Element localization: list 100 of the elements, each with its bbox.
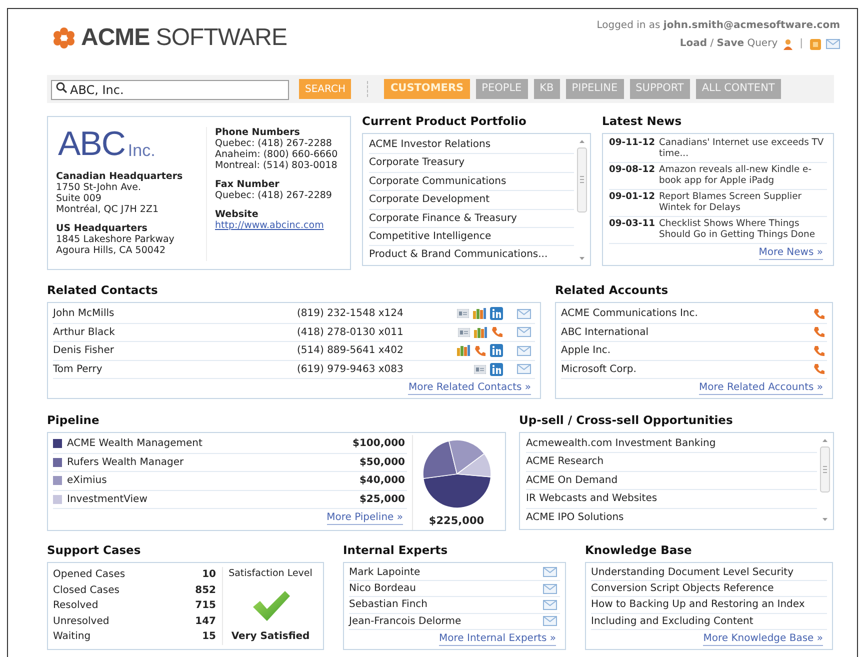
search-icon	[56, 82, 67, 93]
login-status: Logged in as john.smith@acmesoftware.com	[596, 19, 840, 33]
mail-icon[interactable]	[517, 364, 531, 374]
contact-phone: (619) 979-9463 x083	[297, 362, 404, 377]
note-icon[interactable]	[810, 38, 821, 50]
logo-text: ACME SOFTWARE	[81, 25, 287, 51]
section-title: Related Accounts	[555, 282, 670, 298]
block-heading: US Headquarters	[56, 223, 148, 234]
article-link[interactable]: Including and Excluding Content	[591, 614, 754, 629]
linkedin-icon[interactable]	[490, 362, 503, 376]
mail-icon[interactable]	[543, 616, 557, 626]
article-link[interactable]: How to Backing Up and Restoring an Index	[591, 597, 805, 612]
phone-icon[interactable]	[474, 344, 486, 357]
case-label: Resolved	[53, 599, 98, 614]
portfolio-item[interactable]: Corporate Treasury	[369, 154, 574, 173]
mail-icon[interactable]	[543, 584, 557, 594]
deal-name[interactable]: ACME Wealth Management	[67, 436, 352, 452]
contact-card-icon[interactable]	[457, 309, 469, 318]
case-label: Waiting	[53, 630, 91, 644]
account-name[interactable]: Microsoft Corp.	[561, 362, 636, 377]
opportunity-item[interactable]: ACME Research	[526, 453, 817, 472]
linkedin-icon[interactable]	[490, 307, 503, 320]
expert-name[interactable]: Nico Bordeau	[349, 581, 416, 596]
mail-icon[interactable]	[543, 567, 557, 578]
linkedin-icon[interactable]	[490, 344, 503, 358]
contact-name[interactable]: Arthur Black	[53, 324, 297, 340]
news-headline[interactable]: Checklist Shows Where Things Should Go in Getting Things Done	[658, 219, 827, 241]
expert-name[interactable]: Jean-Francois Delorme	[349, 614, 462, 629]
account-name[interactable]: Apple Inc.	[561, 343, 611, 358]
portfolio-item[interactable]: Corporate Communications	[369, 172, 574, 192]
section-title: Pipeline	[47, 412, 100, 428]
more-link[interactable]: More Related Contacts »	[408, 382, 531, 395]
portfolio-item[interactable]: ACME Investor Relations	[369, 136, 574, 154]
load-save-query[interactable]: Load / Save Query	[680, 37, 778, 51]
website-link[interactable]: http://www.abcinc.com	[215, 220, 338, 231]
deal-amount: $40,000	[359, 474, 406, 488]
section-title: Knowledge Base	[585, 542, 693, 558]
portfolio-item[interactable]: Product & Brand Communications...	[369, 246, 574, 264]
contact-card-icon[interactable]	[458, 328, 470, 337]
address-line: 1750 St-John Ave.	[56, 182, 142, 193]
mail-icon[interactable]	[826, 39, 840, 49]
address-line: Quebec: (418) 267-2288	[215, 138, 333, 149]
contact-name[interactable]: Denis Fisher	[53, 343, 297, 358]
expert-name[interactable]: Mark Lapointe	[349, 564, 420, 580]
more-link[interactable]: More Pipeline »	[326, 512, 403, 525]
more-link[interactable]: More Knowledge Base »	[703, 632, 823, 646]
article-link[interactable]: Understanding Document Level Security	[591, 564, 794, 580]
article-link[interactable]: Conversion Script Objects Reference	[591, 581, 774, 596]
deal-amount: $50,000	[359, 456, 406, 470]
news-date: 09-01-12	[609, 192, 655, 204]
news-headline[interactable]: Canadians' Internet use exceeds TV time...	[658, 138, 827, 160]
mail-icon[interactable]	[543, 600, 557, 610]
phone-icon[interactable]	[491, 326, 503, 338]
account-name[interactable]: ABC International	[561, 324, 649, 340]
news-headline[interactable]: Report Blames Screen Supplier Wintek for Delays	[658, 192, 827, 214]
more-link[interactable]: More Internal Experts »	[439, 632, 556, 646]
news-headline[interactable]: Amazon reveals all-new Kindle e-book app for Apple iPadg	[658, 165, 827, 187]
case-label: Unresolved	[53, 614, 110, 629]
contact-phone: (819) 232-1548 x124	[297, 307, 404, 322]
opportunity-item[interactable]: Acmewealth.com Investment Banking	[526, 435, 817, 454]
user-icon[interactable]	[782, 38, 793, 50]
company-logo-suffix: Inc.	[128, 141, 156, 161]
company-logo: ABC	[58, 127, 125, 161]
satisfaction-rating: Very Satisfied	[231, 630, 310, 644]
contact-name[interactable]: John McMills	[53, 306, 297, 322]
deal-amount: $100,000	[352, 437, 406, 452]
search-field[interactable]: ABC, Inc.	[51, 80, 289, 100]
opportunity-item[interactable]: ACME On Demand	[526, 472, 817, 490]
portfolio-item[interactable]: Corporate Development	[369, 191, 574, 210]
bar-chart-icon[interactable]	[474, 326, 487, 338]
more-link[interactable]: More News »	[758, 247, 823, 260]
contact-card-icon[interactable]	[474, 364, 486, 374]
case-label: Closed Cases	[53, 584, 120, 598]
section-title: Up-sell / Cross-sell Opportunities	[519, 412, 734, 428]
opportunity-item[interactable]: ACME IPO Solutions	[526, 508, 817, 527]
bar-chart-icon[interactable]	[473, 308, 486, 320]
mail-icon[interactable]	[517, 346, 531, 356]
phone-icon[interactable]	[813, 344, 825, 357]
separator: |	[800, 37, 803, 51]
case-count: 715	[195, 599, 216, 614]
expert-name[interactable]: Sebastian Finch	[349, 597, 428, 612]
opportunity-item[interactable]: IR Webcasts and Websites	[526, 490, 817, 509]
address-line: 1845 Lakeshore Parkway	[56, 234, 176, 245]
phone-icon[interactable]	[813, 363, 825, 376]
mail-icon[interactable]	[517, 308, 531, 319]
phone-icon[interactable]	[813, 308, 825, 320]
deal-name[interactable]: InvestmentView	[67, 492, 360, 507]
phone-icon[interactable]	[813, 326, 825, 338]
contact-name[interactable]: Tom Perry	[53, 362, 297, 377]
more-link[interactable]: More Related Accounts »	[698, 382, 823, 395]
section-title: Current Product Portfolio	[362, 113, 528, 129]
logo-icon	[53, 27, 75, 49]
deal-name[interactable]: Rufers Wealth Manager	[67, 454, 360, 470]
bar-chart-icon[interactable]	[457, 345, 470, 356]
portfolio-item[interactable]: Competitive Intelligence	[369, 228, 574, 246]
account-name[interactable]: ACME Communications Inc.	[561, 306, 698, 322]
mail-icon[interactable]	[517, 327, 531, 338]
portfolio-item[interactable]: Corporate Finance & Treasury	[369, 210, 574, 228]
deal-name[interactable]: eXimius	[67, 473, 360, 488]
address-line: Agoura Hills, CA 50042	[56, 245, 167, 256]
